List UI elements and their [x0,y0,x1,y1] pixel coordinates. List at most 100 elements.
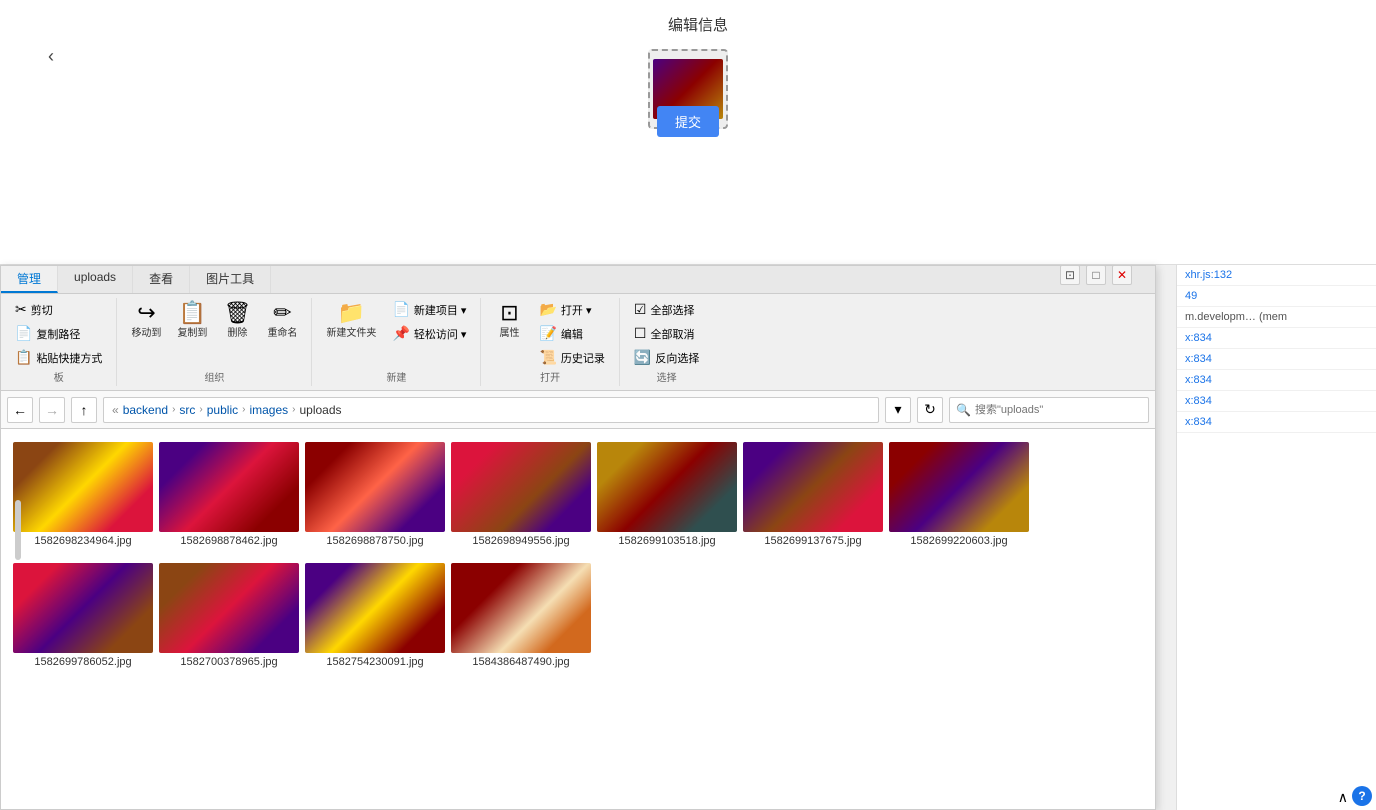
paste-shortcut-button[interactable]: 📋 粘贴快捷方式 [9,346,108,369]
editor-thumbnail-area: 提交 [648,49,728,129]
file-thumbnail [743,442,883,532]
nav-forward-button[interactable]: → [39,397,65,423]
side-panel-row-3[interactable]: 49 [1177,286,1376,307]
copy-path-button[interactable]: 📄 复制路径 [9,322,108,345]
scroll-indicator[interactable] [15,500,21,560]
editor-content: 提交 [0,39,1376,139]
editor-title: 编辑信息 [668,14,728,35]
breadcrumb-uploads: uploads [299,403,341,417]
file-name: 1582698878462.jpg [180,535,277,547]
help-icon[interactable]: ? [1352,786,1372,806]
side-panel-row-2[interactable]: xhr.js:132 [1177,265,1376,286]
edit-file-icon: 📝 [539,325,556,342]
list-item[interactable]: 1582754230091.jpg [305,558,445,673]
new-small-items: 📄 新建项目 ▾ 📌 轻松访问 ▾ [386,298,472,345]
list-item[interactable]: 1582699103518.jpg [597,437,737,552]
open-label: 打开 [540,369,560,386]
open-label: 打开 ▾ [561,302,592,318]
new-item-label: 新建项目 ▾ [414,302,467,318]
easy-access-label: 轻松访问 ▾ [414,326,467,342]
edit-file-label: 编辑 [561,326,583,342]
file-name: 1582699137675.jpg [764,535,861,547]
side-panel-row-6[interactable]: x:834 [1177,349,1376,370]
file-thumbnail [451,563,591,653]
list-item[interactable]: 1582698949556.jpg [451,437,591,552]
clipboard-items: ✂ 剪切 📄 复制路径 📋 粘贴快捷方式 [9,298,108,369]
breadcrumb-src[interactable]: src [179,403,195,417]
file-grid: 1582698234964.jpg 1582698878462.jpg 1582… [1,429,1155,809]
invert-selection-button[interactable]: 🔄 反向选择 [628,346,705,369]
back-button[interactable]: ‹ [48,46,54,67]
search-input[interactable] [975,404,1142,416]
new-folder-label: 新建文件夹 [326,324,376,339]
new-folder-btn[interactable]: 📁 新建文件夹 [320,298,382,343]
easy-access-button[interactable]: 📌 轻松访问 ▾ [386,322,472,345]
list-item[interactable]: 1582698234964.jpg [13,437,153,552]
move-label: 移动到 [131,324,161,339]
delete-label: 删除 [227,324,247,339]
history-button[interactable]: 📜 历史记录 [533,346,610,369]
editor-panel-top: ‹ 编辑信息 提交 [0,0,1376,265]
search-box: 🔍 [949,397,1149,423]
list-item[interactable]: 1582699137675.jpg [743,437,883,552]
move-to-button[interactable]: ↪ 移动到 [125,298,167,343]
rename-icon: ✏ [273,302,291,324]
refresh-button[interactable]: ↻ [917,397,943,423]
open-button[interactable]: 📂 打开 ▾ [533,298,610,321]
side-panel-row-8[interactable]: x:834 [1177,391,1376,412]
clipboard-label: 板 [54,369,64,386]
ribbon-tab-view[interactable]: 查看 [133,266,190,293]
breadcrumb-images[interactable]: images [249,403,288,417]
ribbon-tab-uploads[interactable]: uploads [58,266,133,293]
history-label: 历史记录 [561,350,605,366]
easy-access-icon: 📌 [392,325,409,342]
panel-move-button[interactable]: ⊡ [1060,265,1080,285]
breadcrumb-sep-2: › [199,404,202,415]
explorer-window: 管理 uploads 查看 图片工具 ✂ 剪切 📄 复制路径 [0,265,1156,810]
rename-button[interactable]: ✏ 重命名 [261,298,303,343]
nav-back-button[interactable]: ← [7,397,33,423]
list-item[interactable]: 1582699220603.jpg [889,437,1029,552]
breadcrumb-dropdown-button[interactable]: ▾ [885,397,911,423]
delete-button[interactable]: 🗑 删除 [217,298,257,343]
select-all-icon: ☑ [634,301,647,318]
panel-maximize-button[interactable]: □ [1086,265,1106,285]
properties-icon: ⊡ [500,302,518,324]
select-all-button[interactable]: ☑ 全部选择 [628,298,705,321]
copy-to-button[interactable]: 📋 复制到 [171,298,213,343]
properties-button[interactable]: ⊡ 属性 [489,298,529,343]
side-panel-row-7[interactable]: x:834 [1177,370,1376,391]
collapse-button[interactable]: ∧ [1338,789,1348,806]
cut-button[interactable]: ✂ 剪切 [9,298,108,321]
submit-button[interactable]: 提交 [657,106,719,137]
edit-file-button[interactable]: 📝 编辑 [533,322,610,345]
panel-controls: ⊡ □ ✕ [1060,265,1132,285]
list-item[interactable]: 1582698878462.jpg [159,437,299,552]
ribbon-tab-manage[interactable]: 管理 [1,266,58,293]
new-item-button[interactable]: 📄 新建项目 ▾ [386,298,472,321]
list-item[interactable]: 1582700378965.jpg [159,558,299,673]
breadcrumb-backend[interactable]: backend [123,403,168,417]
breadcrumb-back-icon: « [112,403,119,417]
breadcrumb-public[interactable]: public [207,403,238,417]
organize-label: 组织 [204,369,224,386]
list-item[interactable]: 1584386487490.jpg [451,558,591,673]
side-panel-row-9[interactable]: x:834 [1177,412,1376,433]
file-name: 1582754230091.jpg [326,656,423,668]
list-item[interactable]: 1582699786052.jpg [13,558,153,673]
file-name: 1582700378965.jpg [180,656,277,668]
ribbon-tab-picture-tools[interactable]: 图片工具 [190,266,271,293]
select-items: ☑ 全部选择 ☐ 全部取消 🔄 反向选择 [628,298,705,369]
deselect-all-button[interactable]: ☐ 全部取消 [628,322,705,345]
nav-up-button[interactable]: ↑ [71,397,97,423]
file-name: 1582698949556.jpg [472,535,569,547]
file-name: 1584386487490.jpg [472,656,569,668]
side-panel-row-5[interactable]: x:834 [1177,328,1376,349]
cut-label: 剪切 [31,302,53,318]
properties-label: 属性 [499,324,519,339]
deselect-icon: ☐ [634,325,647,342]
file-name: 1582698878750.jpg [326,535,423,547]
panel-close-button[interactable]: ✕ [1112,265,1132,285]
side-panel-row-4[interactable]: m.developm… (mem [1177,307,1376,328]
list-item[interactable]: 1582698878750.jpg [305,437,445,552]
